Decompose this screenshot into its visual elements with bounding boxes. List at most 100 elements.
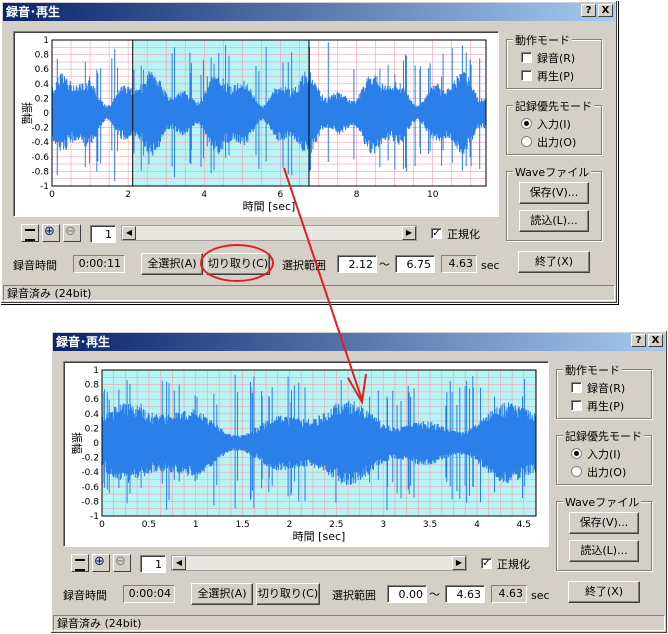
cut-button[interactable]: 切り取り(C) xyxy=(256,583,320,605)
input-radio[interactable] xyxy=(571,448,582,459)
output-label: 出力(O) xyxy=(537,136,577,149)
x-tick-label: 0.5 xyxy=(142,520,156,530)
y-tick-label: 0.8 xyxy=(85,381,100,391)
page-number-field[interactable]: 1 xyxy=(90,225,116,243)
y-tick-label: 0.6 xyxy=(35,65,50,75)
record-checkbox[interactable] xyxy=(521,52,532,63)
x-tick-label: 4 xyxy=(474,520,480,530)
horizontal-scrollbar[interactable]: ◀ ▶ xyxy=(171,555,467,571)
y-tick-label: -1 xyxy=(40,182,49,192)
record-checkbox[interactable] xyxy=(571,382,582,393)
y-axis-label: 振幅 xyxy=(20,102,34,124)
x-tick-label: 4.5 xyxy=(517,520,531,530)
rec-time-label: 録音時間 xyxy=(63,589,107,602)
rec-time-value: 0:00:04 xyxy=(123,585,175,603)
window-title: 録音･再生 xyxy=(56,335,111,349)
wave-file-group-label: Waveファイル xyxy=(563,494,642,510)
mode-group-label: 動作モード xyxy=(513,32,572,48)
status-bar: 録音済み (24bit) xyxy=(53,615,665,631)
y-tick-label: 0.6 xyxy=(85,395,100,405)
scroll-right-arrow[interactable]: ▶ xyxy=(402,226,416,240)
fit-icon xyxy=(25,229,35,241)
recorder-window-2: 録音･再生 ? X 1 0.8 0.6 0.4 0.2 0 -0.2 -0.4 -0.6 -0.8… xyxy=(50,330,668,634)
range-end-field[interactable]: 4.63 xyxy=(445,585,485,603)
load-button[interactable]: 読込(L)... xyxy=(519,210,589,232)
output-label: 出力(O) xyxy=(587,466,627,479)
zoom-out-button[interactable]: ⊖ xyxy=(63,224,81,242)
save-button[interactable]: 保存(V)... xyxy=(569,512,639,534)
title-bar[interactable]: 録音･再生 xyxy=(3,3,615,21)
play-checkbox[interactable] xyxy=(571,400,582,411)
y-tick-label: -0.6 xyxy=(31,153,49,163)
close-button[interactable]: X xyxy=(648,334,663,347)
rec-time-value: 0:00:11 xyxy=(73,255,125,273)
fit-icon xyxy=(75,559,85,571)
zoom-in-button[interactable]: ⊕ xyxy=(42,224,60,242)
y-tick-label: -0.2 xyxy=(81,454,99,464)
range-start-field[interactable]: 0.00 xyxy=(387,585,427,603)
mode-group: 動作モード 録音(R) 再生(P) xyxy=(506,32,602,89)
range-length-value: 4.63 xyxy=(491,585,527,603)
scroll-left-arrow[interactable]: ◀ xyxy=(122,226,136,240)
waveform-panel[interactable]: 1 0.8 0.6 0.4 0.2 0 -0.2 -0.4 -0.6 -0.8 -1 0 0.5 1 1.5… xyxy=(63,361,549,547)
waveform-panel[interactable]: 1 0.8 0.6 0.4 0.2 0 -0.2 -0.4 -0.6 -0.8 -1 0 2 4 6 8 10 時… xyxy=(13,31,499,217)
play-label: 再生(P) xyxy=(587,400,625,413)
y-tick-label: -0.2 xyxy=(31,124,49,134)
normalize-checkbox[interactable]: ✓ xyxy=(481,558,492,569)
y-tick-label: 0 xyxy=(93,439,99,449)
play-checkbox[interactable] xyxy=(521,70,532,81)
x-tick-label: 6 xyxy=(278,190,284,200)
load-button[interactable]: 読込(L)... xyxy=(569,540,639,562)
normalize-checkbox[interactable]: ✓ xyxy=(431,228,442,239)
output-radio[interactable] xyxy=(571,466,582,477)
x-tick-label: 0 xyxy=(99,520,105,530)
wave-file-group: Waveファイル 保存(V)... 読込(L)... xyxy=(556,494,652,571)
y-tick-label: -0.8 xyxy=(81,497,99,507)
recorder-window-1: 録音･再生 ? X 1 0.8 0.6 0.4 0.2 0 -0.2 -0.4 -0.6 -0.8… xyxy=(0,0,618,304)
save-button[interactable]: 保存(V)... xyxy=(519,182,589,204)
page-number-field[interactable]: 1 xyxy=(140,555,166,573)
rec-time-label: 録音時間 xyxy=(13,259,57,272)
x-tick-label: 1 xyxy=(193,520,199,530)
y-tick-label: 0.8 xyxy=(35,51,50,61)
exit-button[interactable]: 終了(X) xyxy=(518,251,590,273)
x-axis-label: 時間 [sec] xyxy=(293,530,346,543)
title-bar[interactable]: 録音･再生 xyxy=(53,333,665,351)
sec-unit-label: sec xyxy=(481,259,500,272)
close-button[interactable]: X xyxy=(598,4,613,17)
x-tick-label: 3.5 xyxy=(423,520,437,530)
y-tick-label: -0.6 xyxy=(81,483,99,493)
select-all-button[interactable]: 全選択(A) xyxy=(141,253,203,275)
normalize-label: 正規化 xyxy=(497,558,530,571)
zoom-in-button[interactable]: ⊕ xyxy=(92,554,110,572)
y-tick-label: 0.4 xyxy=(85,410,100,420)
scroll-right-arrow[interactable]: ▶ xyxy=(452,556,466,570)
y-tick-label: -0.4 xyxy=(31,138,49,148)
help-button[interactable]: ? xyxy=(581,4,596,17)
output-radio[interactable] xyxy=(521,136,532,147)
range-end-field[interactable]: 6.75 xyxy=(395,255,435,273)
fit-view-button[interactable] xyxy=(71,554,89,572)
fit-view-button[interactable] xyxy=(21,224,39,242)
x-tick-label: 1.5 xyxy=(235,520,249,530)
input-radio[interactable] xyxy=(521,118,532,129)
select-all-button[interactable]: 全選択(A) xyxy=(191,583,253,605)
range-start-field[interactable]: 2.12 xyxy=(337,255,377,273)
exit-button[interactable]: 終了(X) xyxy=(568,581,640,603)
horizontal-scrollbar[interactable]: ◀ ▶ xyxy=(121,225,417,241)
zoom-in-icon: ⊕ xyxy=(44,224,55,239)
range-label: 選択範囲 xyxy=(332,589,376,602)
annotation-circle xyxy=(200,244,274,282)
zoom-out-button[interactable]: ⊖ xyxy=(113,554,131,572)
waveform-chart[interactable]: 10.80.60.40.20-0.2-0.4-0.6-0.8-10 0.5 1 1.5… xyxy=(64,362,548,546)
x-tick-label: 10 xyxy=(427,190,439,200)
zoom-out-icon: ⊖ xyxy=(115,554,126,569)
sec-unit-label: sec xyxy=(531,589,550,602)
help-button[interactable]: ? xyxy=(631,334,646,347)
x-tick-label: 4 xyxy=(201,190,207,200)
priority-group-label: 記録優先モード xyxy=(563,428,644,444)
priority-group: 記録優先モード 入力(I) 出力(O) xyxy=(556,428,652,485)
waveform-chart[interactable]: 10.80.60.40.20-0.2-0.4-0.6-0.8-10 2 4 6 8 10時… xyxy=(14,32,498,216)
wave-file-group-label: Waveファイル xyxy=(513,164,592,180)
scroll-left-arrow[interactable]: ◀ xyxy=(172,556,186,570)
